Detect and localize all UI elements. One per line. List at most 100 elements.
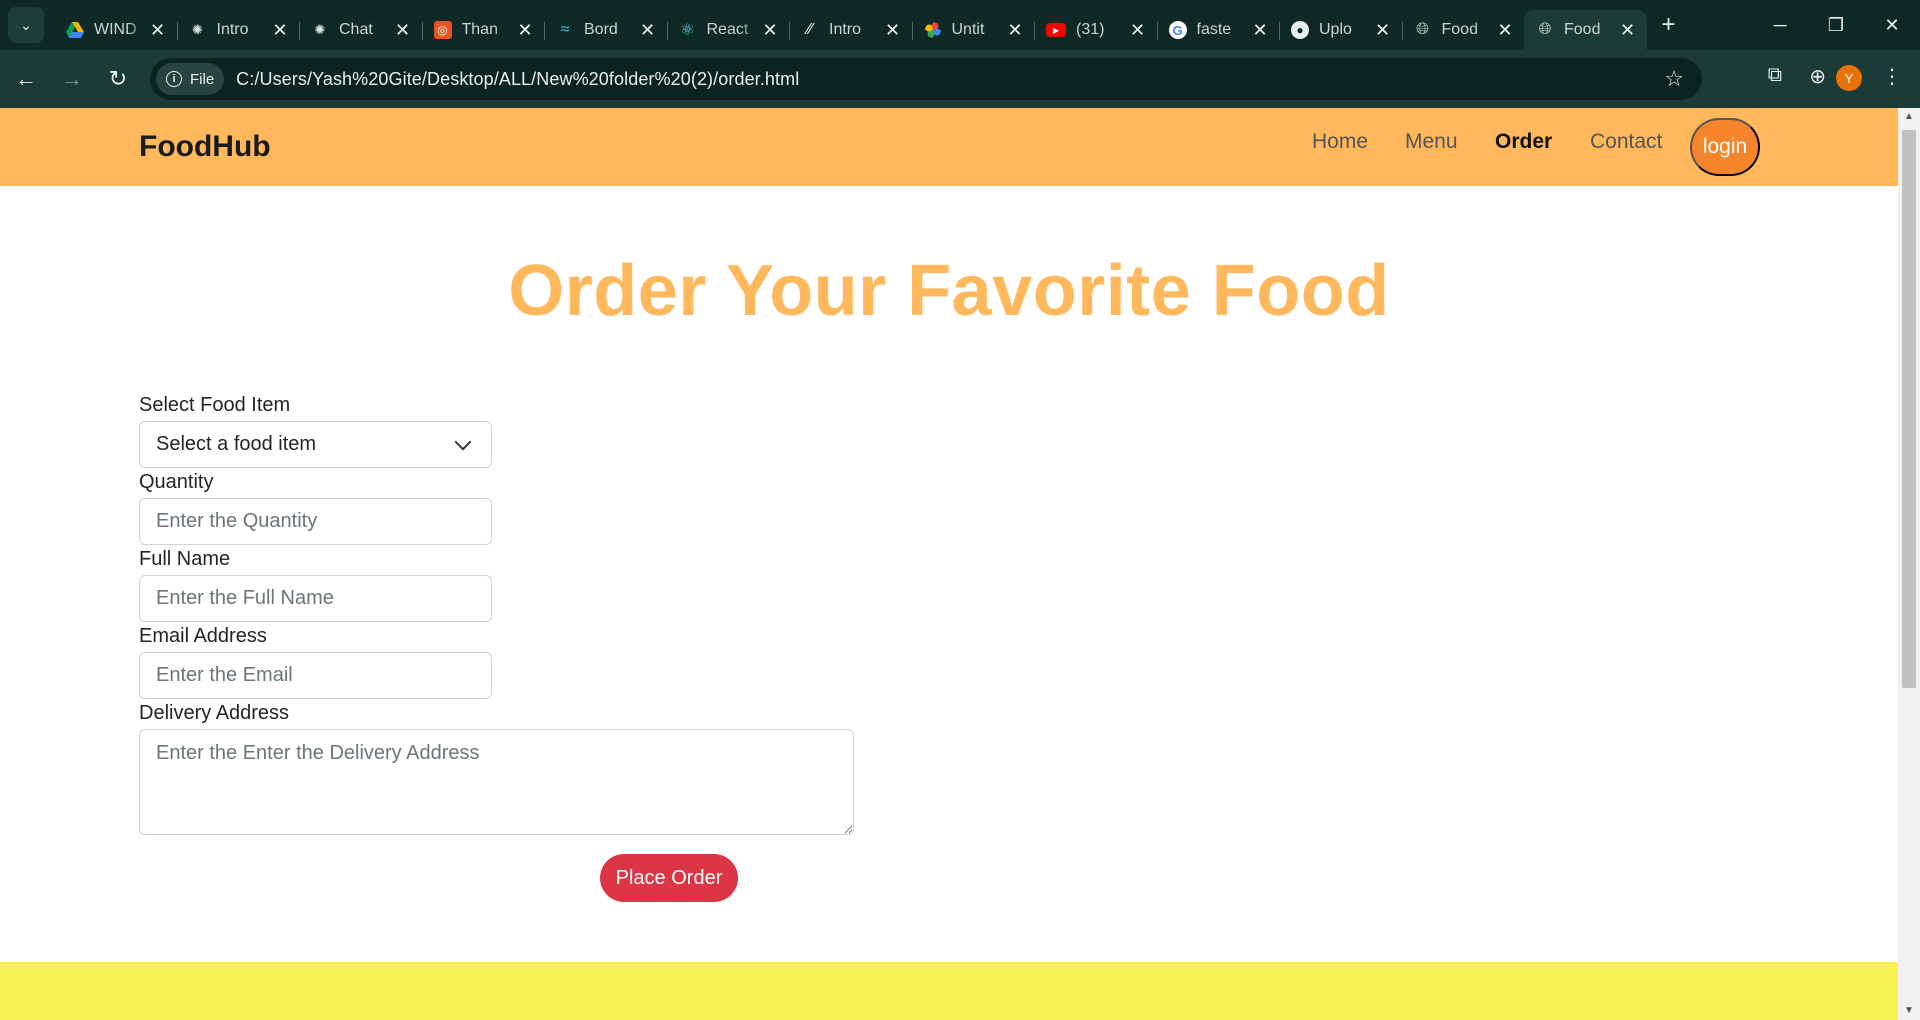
reload-button[interactable]: ↻	[98, 59, 138, 99]
tab-list: WIND ✕ ✺ Intro ✕ ✺ Chat ✕ ◎ Than ✕ ≈ Bor…	[54, 0, 1647, 50]
globe-icon: 🌐︎	[1538, 21, 1552, 38]
browser-tab[interactable]: ⚛ React ✕	[666, 10, 790, 50]
close-icon[interactable]: ✕	[884, 20, 902, 41]
plus-icon: +	[1661, 11, 1676, 38]
kebab-menu-icon[interactable]: ⋮	[1882, 64, 1902, 89]
chevron-down-icon: ⌄	[20, 16, 32, 33]
openai-icon: ✺	[192, 22, 203, 37]
close-window-button[interactable]: ✕	[1864, 0, 1920, 50]
browser-tab[interactable]: ✺ Chat ✕	[299, 10, 422, 50]
site-info-chip[interactable]: i File	[156, 63, 225, 95]
tab-title: faste	[1196, 21, 1232, 38]
delivery-address-textarea[interactable]	[139, 729, 854, 835]
quantity-input[interactable]	[139, 498, 492, 545]
email-input[interactable]	[139, 652, 492, 699]
page-scrollbar[interactable]: ▲ ▼	[1898, 108, 1920, 1020]
openai-icon: ✺	[314, 22, 326, 37]
arrow-right-icon: →	[61, 66, 83, 91]
close-icon[interactable]: ✕	[271, 20, 289, 41]
tab-title: (31)	[1076, 21, 1105, 38]
tab-title: React	[706, 21, 749, 38]
nav-link-menu[interactable]: Menu	[1405, 130, 1458, 154]
github-icon: ●	[1291, 21, 1309, 39]
close-icon[interactable]: ✕	[1129, 20, 1147, 41]
minimize-button[interactable]: ─	[1752, 0, 1808, 50]
email-label: Email Address	[139, 625, 267, 647]
close-icon[interactable]: ✕	[639, 20, 657, 41]
close-icon[interactable]: ✕	[1006, 20, 1024, 41]
download-icon[interactable]: ⊕	[1809, 64, 1826, 89]
browser-tab[interactable]: ≈ Bord ✕	[544, 10, 667, 50]
site-header: FoodHub Home Menu Order Contact login	[0, 108, 1898, 186]
scroll-down-icon[interactable]: ▼	[1898, 1002, 1920, 1020]
site-chip-label: File	[190, 70, 215, 88]
tab-title: Intro	[216, 21, 249, 38]
browser-tab-strip: ⌄ WIND ✕ ✺ Intro ✕ ✺ Chat ✕ ◎ Than ✕ ≈ B…	[0, 0, 1920, 50]
tab-title: Chat	[339, 21, 373, 38]
browser-tab[interactable]: 🌐︎ Food ✕	[1401, 10, 1525, 50]
browser-tab[interactable]: Untit ✕	[911, 10, 1035, 50]
tab-title: Intro	[829, 21, 862, 38]
quantity-label: Quantity	[139, 471, 214, 493]
place-order-button[interactable]: Place Order	[600, 854, 738, 902]
forward-button[interactable]: →	[52, 59, 92, 99]
avatar[interactable]: Y	[1836, 65, 1862, 91]
tailwind-icon: ≈	[560, 21, 570, 38]
close-icon[interactable]: ✕	[1619, 20, 1637, 41]
delivery-address-label: Delivery Address	[139, 702, 290, 724]
back-button[interactable]: ←	[6, 59, 46, 99]
nav-link-home[interactable]: Home	[1312, 130, 1368, 154]
globe-icon: 🌐︎	[1416, 21, 1429, 38]
food-item-label: Select Food Item	[139, 394, 291, 416]
address-bar[interactable]: i File C:/Users/Yash%20Gite/Desktop/ALL/…	[150, 58, 1702, 100]
url-text[interactable]: C:/Users/Yash%20Gite/Desktop/ALL/New%20f…	[236, 69, 799, 90]
slash-icon: ⁄⁄	[807, 21, 813, 38]
bookmark-star-icon[interactable]: ☆	[1664, 66, 1684, 92]
nav-link-contact[interactable]: Contact	[1590, 130, 1662, 154]
pinwheel-icon	[924, 21, 942, 39]
close-icon[interactable]: ✕	[1374, 20, 1392, 41]
browser-tab-active[interactable]: 🌐︎ Food ✕	[1524, 10, 1647, 50]
tab-title: Food	[1441, 21, 1478, 38]
close-icon[interactable]: ✕	[516, 20, 534, 41]
browser-tab[interactable]: ◎ Than ✕	[421, 10, 545, 50]
reload-icon: ↻	[108, 66, 128, 91]
close-icon: ✕	[1884, 14, 1900, 35]
arrow-left-icon: ←	[15, 66, 37, 91]
tab-search-button[interactable]: ⌄	[8, 7, 44, 43]
tab-title: Than	[461, 21, 498, 38]
ubuntu-icon: ◎	[433, 21, 452, 39]
chevron-down-icon	[454, 433, 472, 450]
browser-tab[interactable]: ✺ Intro ✕	[176, 10, 300, 50]
food-item-selected-value: Select a food item	[156, 433, 317, 455]
close-icon[interactable]: ✕	[1496, 20, 1514, 41]
restore-button[interactable]: ❐	[1808, 0, 1864, 50]
window-controls: ─ ❐ ✕	[1752, 0, 1920, 50]
google-icon: G	[1168, 21, 1187, 39]
new-tab-button[interactable]: +	[1651, 7, 1687, 43]
close-icon[interactable]: ✕	[1251, 20, 1269, 41]
close-icon[interactable]: ✕	[149, 20, 167, 41]
browser-tab[interactable]: ⁄⁄ Intro ✕	[789, 10, 912, 50]
browser-toolbar: ← → ↻ i File C:/Users/Yash%20Gite/Deskto…	[0, 50, 1920, 108]
site-logo[interactable]: FoodHub	[139, 130, 271, 164]
info-icon: i	[166, 71, 182, 87]
browser-tab[interactable]: ● Uplo ✕	[1279, 10, 1402, 50]
tab-title: WIND	[94, 21, 137, 38]
browser-tab[interactable]: G faste ✕	[1156, 10, 1280, 50]
close-icon[interactable]: ✕	[761, 20, 779, 41]
full-name-input[interactable]	[139, 575, 492, 622]
scrollbar-thumb[interactable]	[1902, 130, 1916, 688]
full-name-label: Full Name	[139, 548, 231, 570]
tab-title: Untit	[951, 21, 985, 38]
restore-icon: ❐	[1827, 14, 1845, 35]
nav-link-order[interactable]: Order	[1495, 130, 1552, 154]
extensions-icon[interactable]: ⧉	[1768, 64, 1782, 87]
login-button[interactable]: login	[1690, 118, 1760, 176]
react-icon: ⚛	[680, 22, 695, 39]
close-icon[interactable]: ✕	[394, 20, 412, 41]
browser-tab[interactable]: WIND ✕	[54, 10, 177, 50]
food-item-select[interactable]: Select a food item	[139, 421, 492, 468]
browser-tab[interactable]: ▶ (31) ✕	[1034, 10, 1157, 50]
scroll-up-icon[interactable]: ▲	[1898, 108, 1920, 126]
